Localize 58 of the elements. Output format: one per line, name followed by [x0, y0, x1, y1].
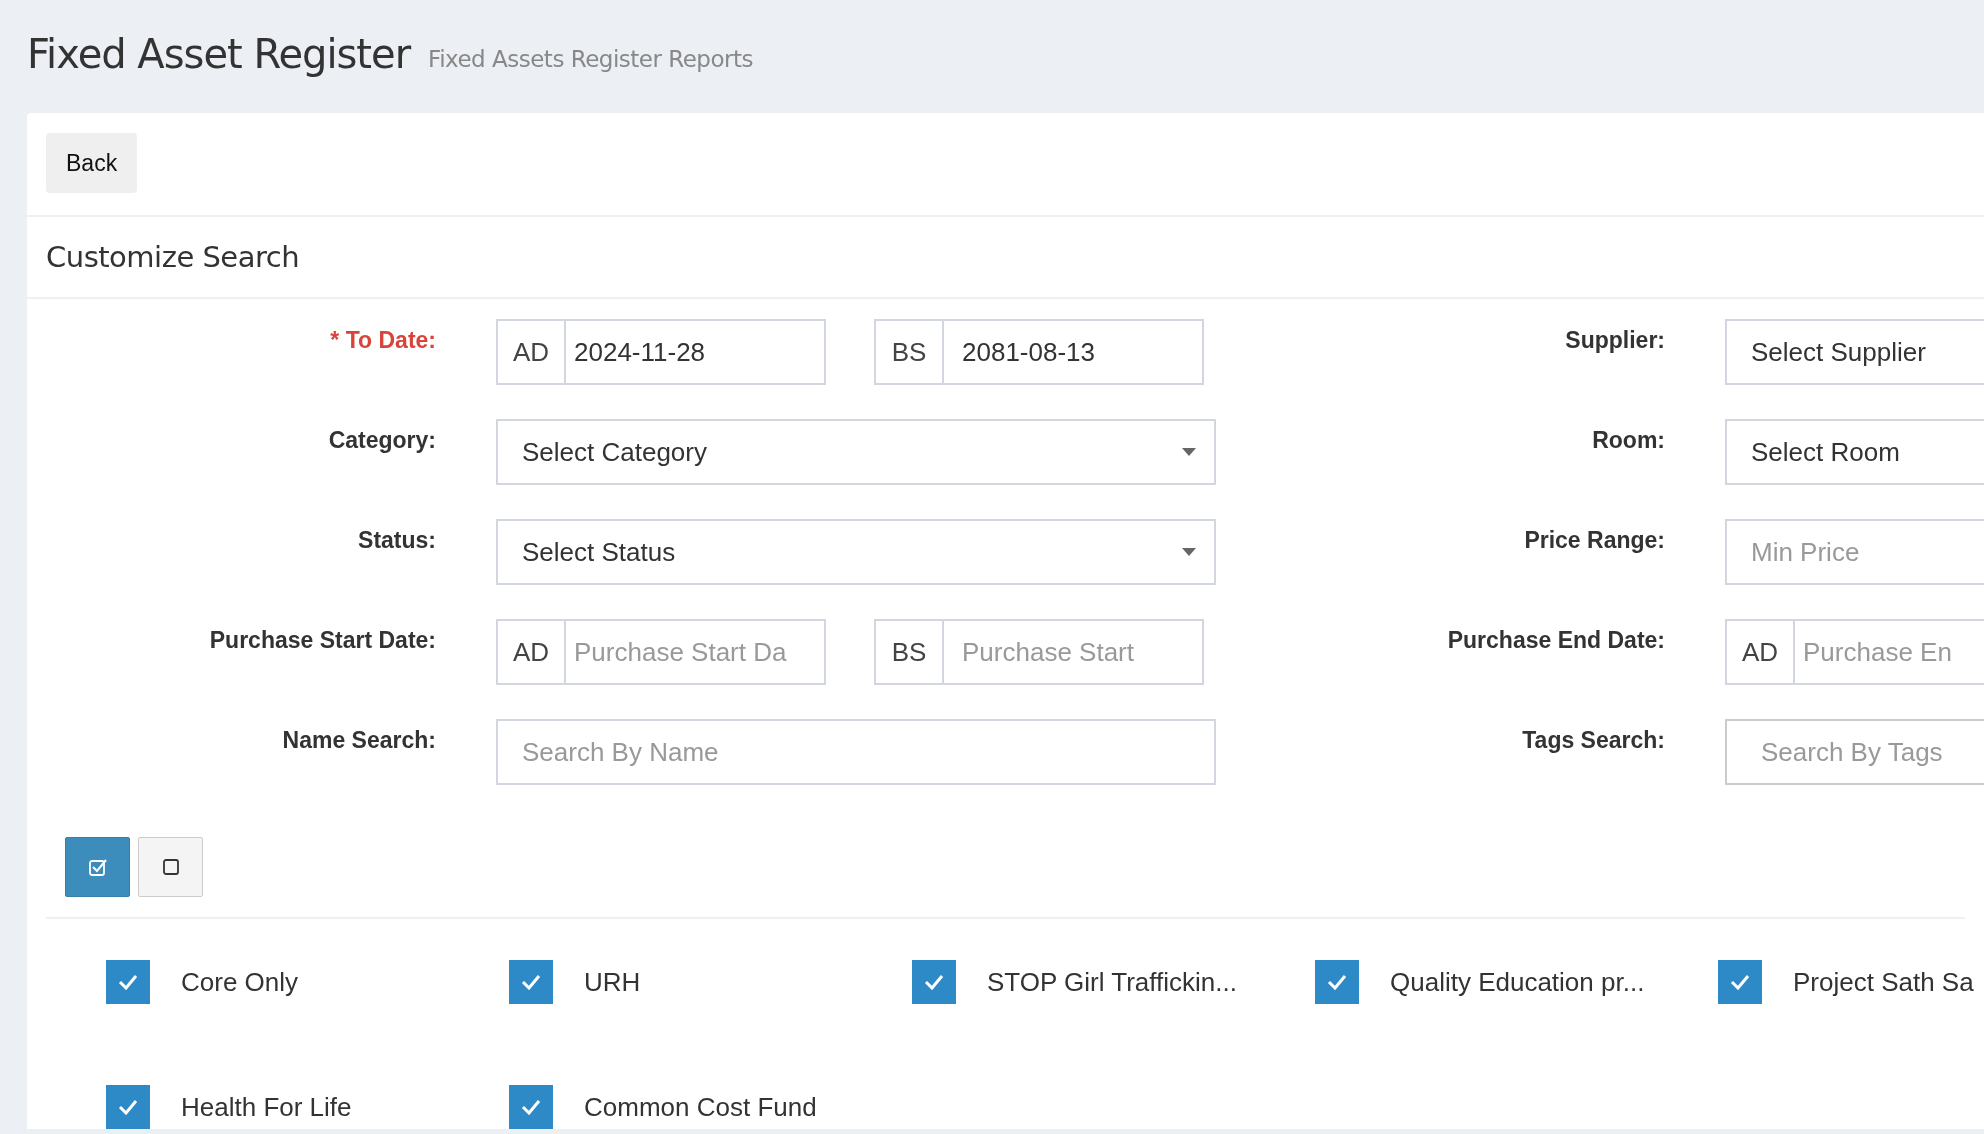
- field-label: Name Search:: [282, 727, 436, 754]
- checkbox[interactable]: [1718, 960, 1762, 1004]
- select-dropdown[interactable]: Select Category: [496, 419, 1216, 485]
- checkmark-icon: [1327, 974, 1347, 990]
- field-label: Tags Search:: [1522, 727, 1665, 754]
- field-label: Category:: [328, 427, 436, 454]
- checkbox[interactable]: [106, 960, 150, 1004]
- checkmark-icon: [924, 974, 944, 990]
- back-button[interactable]: Back: [46, 133, 138, 193]
- select-dropdown[interactable]: Select Status: [496, 519, 1216, 585]
- date-field[interactable]: Purchase Start: [944, 619, 1204, 685]
- checkbox-label: Project Sath Sa: [1793, 966, 1974, 998]
- field-label: Status:: [358, 527, 436, 554]
- calendar-label: AD: [496, 619, 566, 685]
- date-field[interactable]: 2081-08-13: [944, 319, 1204, 385]
- input-field[interactable]: Search By Name: [496, 719, 1216, 785]
- checkbox-label: Health For Life: [181, 1091, 352, 1123]
- date-field[interactable]: Purchase En: [1795, 619, 1984, 685]
- date-field[interactable]: 2024-11-28: [566, 319, 826, 385]
- field-label: Room:: [1592, 427, 1665, 454]
- checkbox[interactable]: [912, 960, 956, 1004]
- panel-title: Customize Search: [46, 240, 300, 274]
- checkbox-label: Common Cost Fund: [584, 1091, 817, 1123]
- field-label: * To Date:: [330, 327, 436, 354]
- checkmark-icon: [118, 974, 138, 990]
- select-dropdown[interactable]: Select Room: [1725, 419, 1984, 485]
- check-all-button[interactable]: [65, 837, 130, 897]
- caret-icon: [1182, 448, 1196, 456]
- field-label: Price Range:: [1524, 527, 1665, 554]
- calendar-label: BS: [874, 319, 944, 385]
- field-label: Purchase End Date:: [1447, 627, 1665, 654]
- page-subtitle: Fixed Assets Register Reports: [428, 45, 753, 72]
- calendar-label: AD: [1725, 619, 1795, 685]
- checkbox[interactable]: [509, 1085, 553, 1129]
- input-field[interactable]: Min Price: [1725, 519, 1984, 585]
- select-dropdown[interactable]: Select Supplier: [1725, 319, 1984, 385]
- calendar-label: AD: [496, 319, 566, 385]
- empty-box-icon: [162, 859, 179, 875]
- checkmark-icon: [521, 1099, 541, 1115]
- field-label: Supplier:: [1565, 327, 1665, 354]
- checkbox-label: Core Only: [181, 966, 299, 998]
- checkmark-icon: [1730, 974, 1750, 990]
- caret-icon: [1182, 548, 1196, 556]
- date-field[interactable]: Purchase Start Da: [566, 619, 826, 685]
- checkbox-label: STOP Girl Traffickin...: [987, 966, 1237, 998]
- uncheck-all-button[interactable]: [138, 837, 203, 897]
- checkmark-icon: [521, 974, 541, 990]
- checkbox[interactable]: [509, 960, 553, 1004]
- field-label: Purchase Start Date:: [209, 627, 436, 654]
- checkbox-label: URH: [584, 966, 641, 998]
- checkbox-label: Quality Education pr...: [1390, 966, 1645, 998]
- checkbox[interactable]: [106, 1085, 150, 1129]
- calendar-label: BS: [874, 619, 944, 685]
- checked-box-icon: [88, 858, 107, 876]
- checkmark-icon: [118, 1099, 138, 1115]
- tags-field[interactable]: Search By Tags: [1725, 719, 1984, 785]
- page-title: Fixed Asset Register: [27, 30, 411, 77]
- checkbox[interactable]: [1315, 960, 1359, 1004]
